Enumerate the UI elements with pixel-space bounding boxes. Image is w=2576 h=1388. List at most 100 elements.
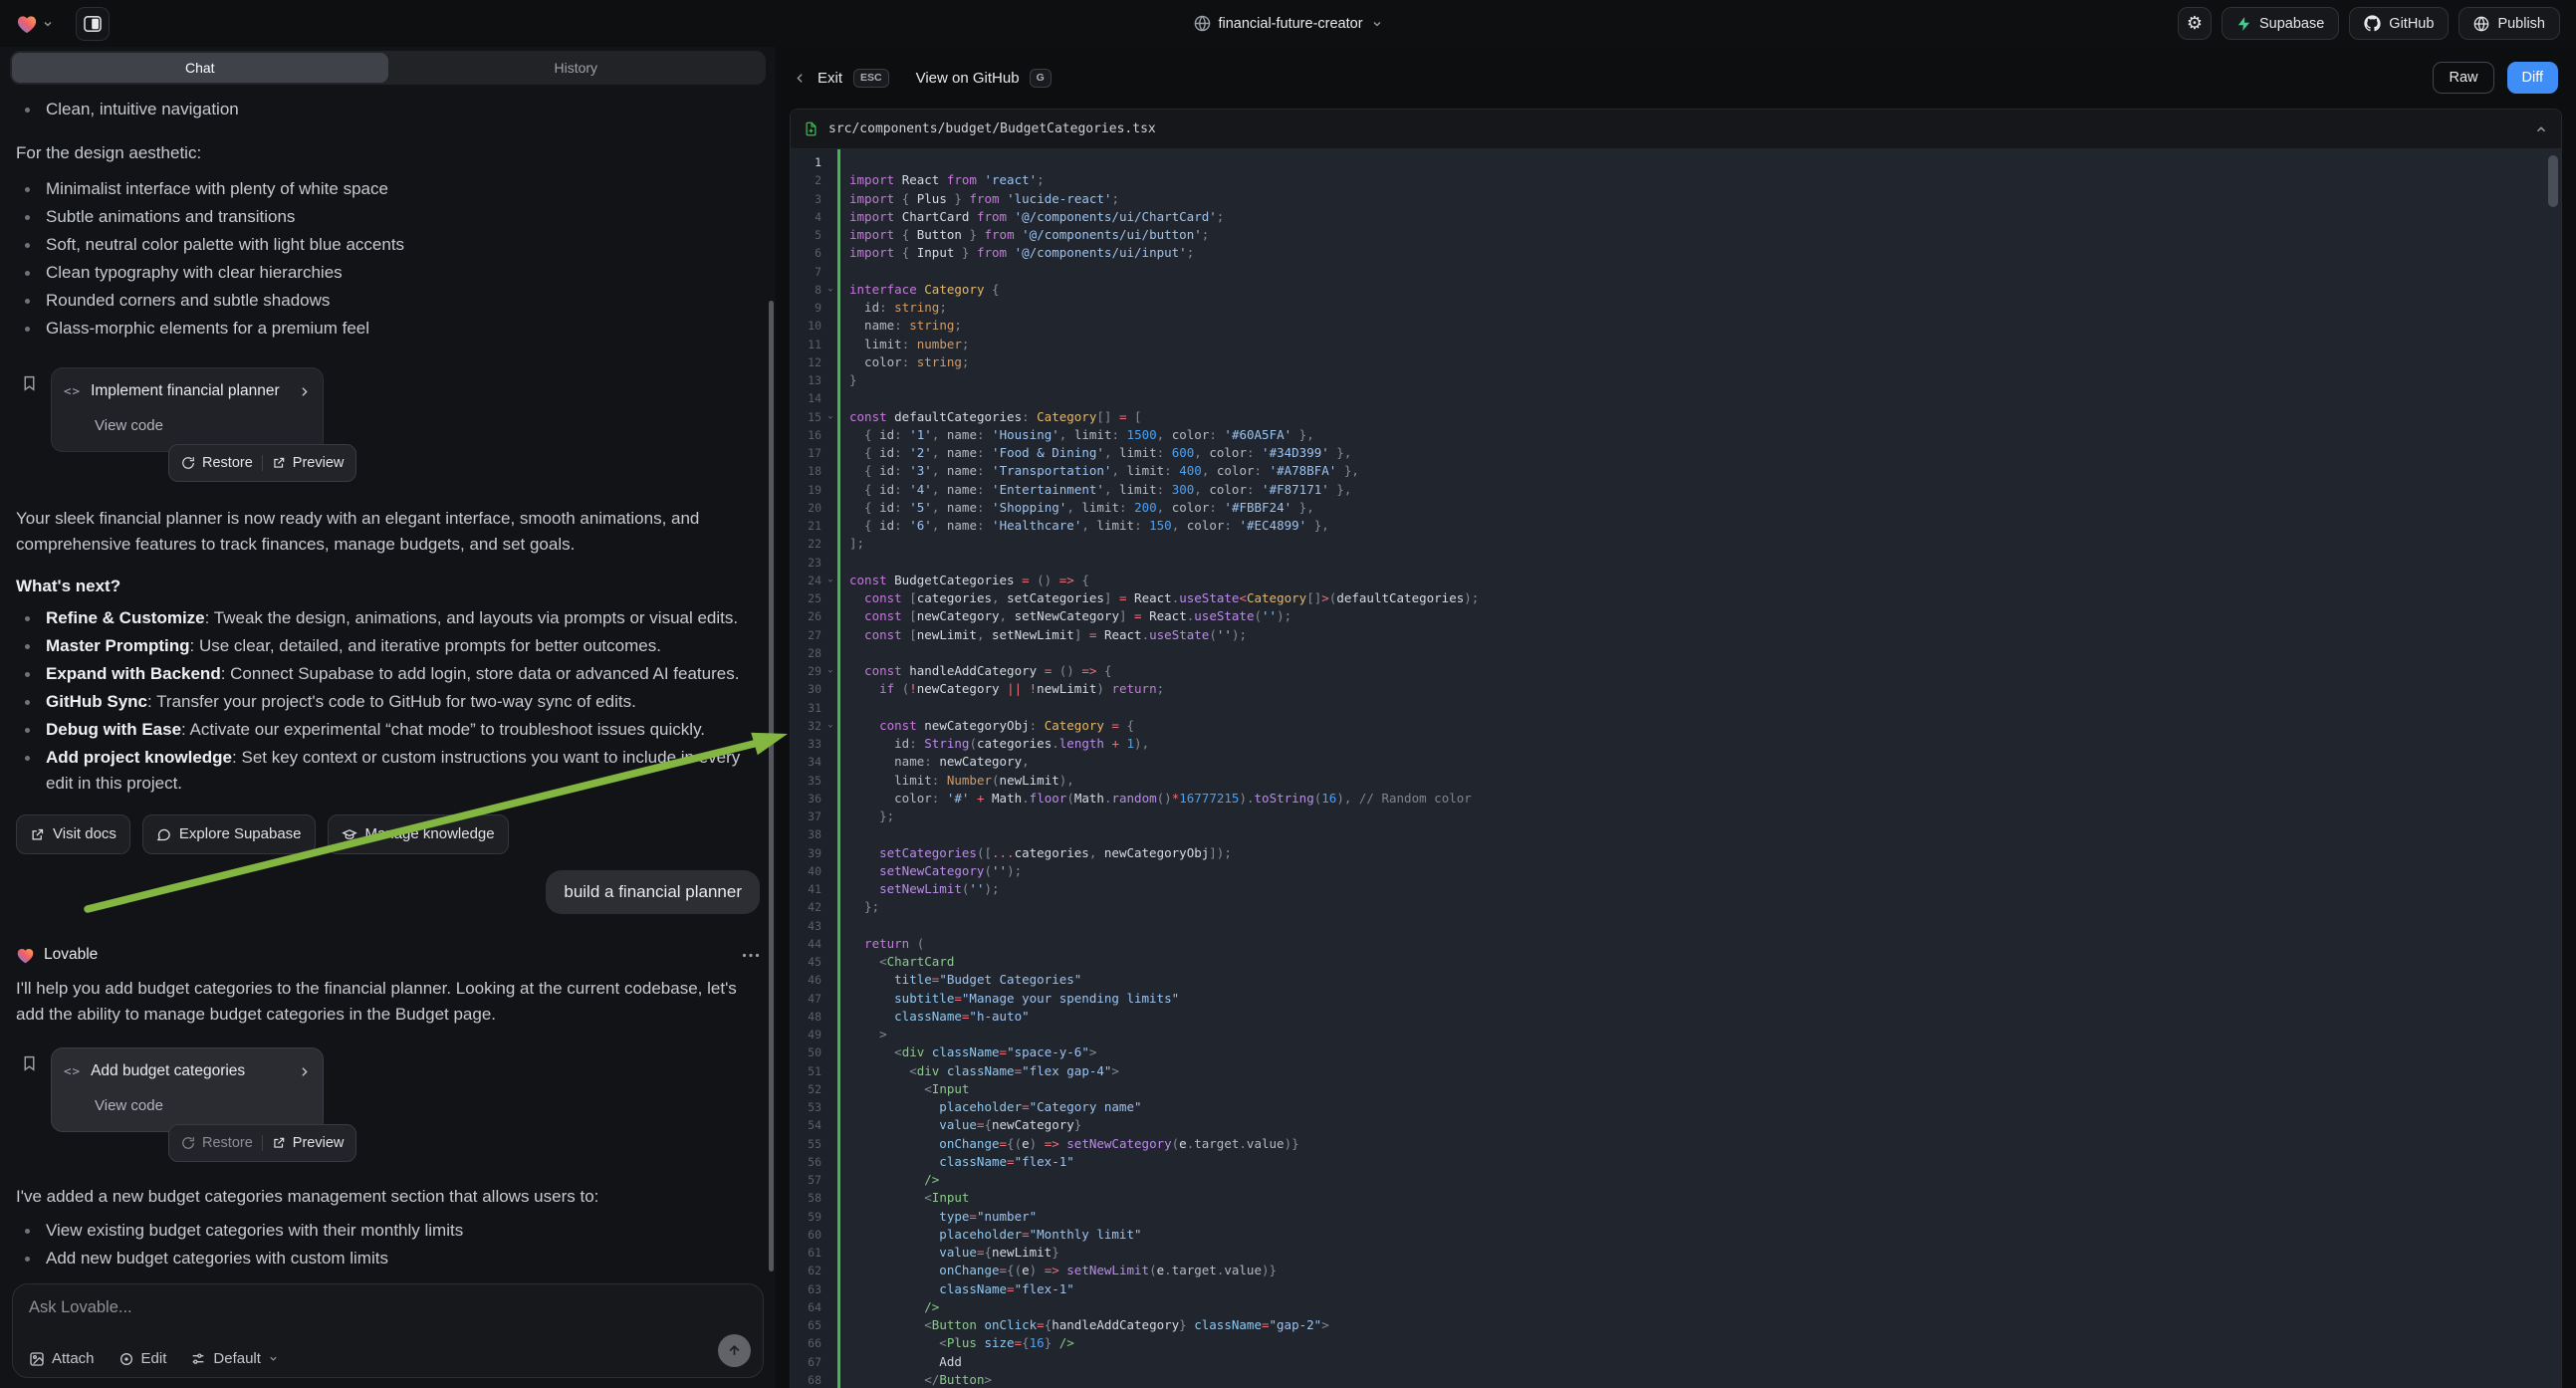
line-number: 8 [791, 281, 821, 299]
code-line: 38 [791, 825, 2561, 843]
attach-button[interactable]: Attach [29, 1350, 95, 1367]
list-item: View existing budget categories with the… [16, 1218, 760, 1244]
line-number: 60 [791, 1226, 821, 1244]
bullet-dot [25, 243, 30, 248]
tab-chat[interactable]: Chat [12, 53, 388, 83]
code-text: <div className="space-y-6"> [849, 1043, 1096, 1061]
code-line: 29› const handleAddCategory = () => { [791, 662, 2561, 680]
line-number: 17 [791, 444, 821, 462]
settings-button[interactable]: ⚙ [2178, 7, 2212, 40]
version-card-row: <> Implement financial planner View code [16, 367, 760, 482]
fold-chevron-icon[interactable]: › [821, 281, 837, 299]
version-card-implement-financial-planner[interactable]: <> Implement financial planner View code [51, 367, 324, 452]
fold-chevron-icon[interactable]: › [821, 572, 837, 589]
fold-chevron-icon[interactable]: › [821, 662, 837, 680]
explore-supabase-button[interactable]: Explore Supabase [142, 814, 316, 854]
tab-history[interactable]: History [388, 53, 765, 83]
sliders-icon [190, 1351, 206, 1367]
restore-button[interactable]: Restore [181, 450, 253, 476]
code-line: 65 <Button onClick={handleAddCategory} c… [791, 1316, 2561, 1334]
view-code-link[interactable]: View code [95, 413, 311, 439]
preview-button[interactable]: Preview [272, 450, 345, 476]
design-intro: For the design aesthetic: [16, 140, 755, 166]
code-line: 5import { Button } from '@/components/ui… [791, 226, 2561, 244]
bullet-dot [25, 1257, 30, 1262]
mode-select[interactable]: Default [190, 1350, 279, 1367]
visit-docs-button[interactable]: Visit docs [16, 814, 130, 854]
supabase-button[interactable]: Supabase [2222, 7, 2339, 40]
publish-button[interactable]: Publish [2459, 7, 2560, 40]
fold-spacer [821, 499, 837, 517]
line-number: 19 [791, 481, 821, 499]
manage-knowledge-button[interactable]: Manage knowledge [328, 814, 509, 854]
line-number: 7 [791, 263, 821, 281]
line-number: 27 [791, 626, 821, 644]
preview-button[interactable]: Preview [272, 1130, 345, 1156]
code-editor[interactable]: 12import React from 'react';3import { Pl… [791, 149, 2561, 1388]
view-on-github-link[interactable]: View on GitHub G [916, 69, 1052, 88]
fold-spacer [821, 389, 837, 407]
code-line: 4import ChartCard from '@/components/ui/… [791, 208, 2561, 226]
app-root: financial-future-creator ⚙ Supabase GitH… [0, 0, 2576, 1388]
fold-spacer [821, 244, 837, 262]
chat-message-list[interactable]: Clean, intuitive navigation For the desi… [0, 85, 776, 1273]
fold-chevron-icon[interactable]: › [821, 408, 837, 426]
line-number: 41 [791, 880, 821, 898]
file-header[interactable]: src/components/budget/BudgetCategories.t… [791, 110, 2561, 149]
fold-spacer [821, 1244, 837, 1262]
chat-bubble-icon [156, 827, 171, 842]
code-text: { id: '3', name: 'Transportation', limit… [849, 462, 1359, 480]
fold-spacer [821, 880, 837, 898]
code-text: name: newCategory, [849, 753, 1030, 771]
view-code-link[interactable]: View code [95, 1093, 311, 1119]
edit-button[interactable]: Edit [118, 1350, 167, 1367]
chevron-down-icon [1371, 18, 1383, 30]
code-line: 51 <div className="flex gap-4"> [791, 1062, 2561, 1080]
editor-toolbar: Exit ESC View on GitHub G Raw Diff [776, 47, 2576, 109]
divider [262, 455, 263, 471]
code-text: placeholder="Category name" [849, 1098, 1142, 1116]
lovable-heart-icon [16, 14, 38, 34]
bullet-dot [25, 728, 30, 733]
restore-button[interactable]: Restore [181, 1130, 253, 1156]
assistant-paragraph-added: I've added a new budget categories manag… [16, 1184, 755, 1210]
publish-globe-icon [2473, 16, 2489, 32]
code-line: 17 { id: '2', name: 'Food & Dining', lim… [791, 444, 2561, 462]
fold-spacer [821, 1080, 837, 1098]
chat-composer[interactable]: Ask Lovable... Attach Edit Default [12, 1283, 764, 1378]
line-number: 53 [791, 1098, 821, 1116]
fold-chevron-icon[interactable]: › [821, 717, 837, 735]
diff-toggle-button[interactable]: Diff [2507, 62, 2559, 94]
line-number: 5 [791, 226, 821, 244]
project-switcher[interactable]: financial-future-creator [1193, 0, 1382, 47]
lovable-logo-menu[interactable] [16, 14, 54, 34]
whats-next-heading: What's next? [16, 574, 760, 599]
code-text: <Plus size={16} /> [849, 1334, 1074, 1352]
composer-toolbar: Attach Edit Default [29, 1350, 707, 1367]
exit-button[interactable]: Exit [818, 70, 842, 87]
code-text: const BudgetCategories = () => { [849, 572, 1089, 589]
line-number: 22 [791, 535, 821, 553]
code-line: 20 { id: '5', name: 'Shopping', limit: 2… [791, 499, 2561, 517]
code-text: const [newLimit, setNewLimit] = React.us… [849, 626, 1247, 644]
chat-scrollbar[interactable] [769, 301, 774, 1272]
fold-spacer [821, 790, 837, 808]
collapse-file-button[interactable] [2534, 122, 2548, 136]
assistant-header: Lovable [16, 942, 760, 968]
bookmark-icon[interactable] [21, 1053, 38, 1162]
code-text: }; [849, 898, 879, 916]
message-menu-button[interactable] [742, 953, 760, 958]
image-icon [29, 1351, 45, 1367]
send-button[interactable] [718, 1334, 751, 1367]
user-message-build-planner: build a financial planner [546, 870, 760, 914]
code-line: 3import { Plus } from 'lucide-react'; [791, 190, 2561, 208]
bookmark-icon[interactable] [21, 373, 38, 482]
github-button[interactable]: GitHub [2349, 7, 2449, 40]
version-card-row: <> Add budget categories View code [16, 1047, 760, 1162]
version-card-add-budget-categories[interactable]: <> Add budget categories View code [51, 1047, 324, 1132]
code-text: setNewLimit(''); [849, 880, 1000, 898]
code-text: <div className="flex gap-4"> [849, 1062, 1119, 1080]
sidebar-toggle-button[interactable] [76, 7, 110, 41]
raw-toggle-button[interactable]: Raw [2433, 62, 2493, 94]
code-scrollbar[interactable] [2548, 155, 2558, 207]
